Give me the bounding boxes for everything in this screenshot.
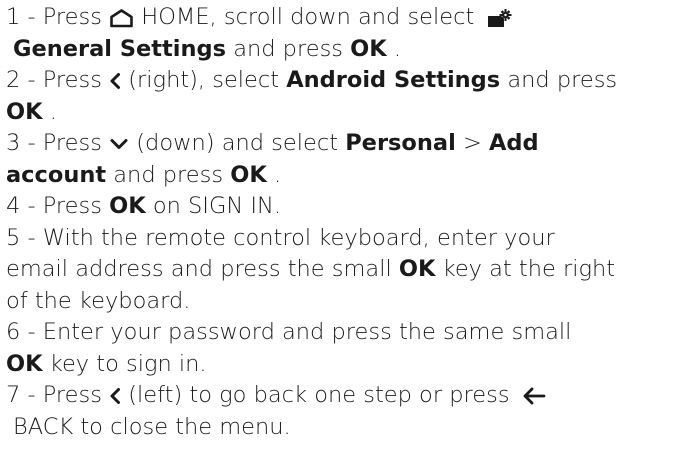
setting-name: General Settings bbox=[13, 35, 227, 62]
ok-key-label: OK bbox=[109, 193, 146, 219]
step-text: . bbox=[49, 98, 57, 125]
step-6-line-1: 6 - Enter your password and press the sa… bbox=[6, 317, 682, 349]
step-text: of the keyboard. bbox=[6, 287, 191, 314]
step-text: Press bbox=[42, 130, 110, 156]
ok-key-label: OK bbox=[6, 98, 43, 125]
step-text: . bbox=[393, 35, 402, 62]
step-number: 6 - bbox=[6, 319, 43, 345]
step-4-line-1: 4 - Press OK on SIGN IN. bbox=[6, 191, 682, 223]
settings-icon bbox=[487, 7, 513, 29]
step-text: With the remote control keyboard, enter … bbox=[42, 224, 555, 251]
step-text: on SIGN IN. bbox=[152, 193, 281, 219]
back-arrow-icon bbox=[521, 386, 547, 406]
step-text: and press bbox=[113, 161, 231, 188]
step-text: BACK to close the menu. bbox=[13, 413, 291, 440]
step-text: key at the right bbox=[442, 256, 616, 282]
step-text: Enter your password and press the same s… bbox=[42, 319, 572, 345]
step-text: and press bbox=[507, 67, 618, 93]
setting-name: Add bbox=[488, 130, 539, 156]
step-text: Press bbox=[42, 193, 110, 219]
step-3-line-2: account and press OK . bbox=[6, 160, 682, 192]
step-number: 2 - bbox=[6, 67, 43, 93]
step-text: (left) to go back one step or press bbox=[128, 382, 517, 408]
step-3-line-1: 3 - Press (down) and select Personal > A… bbox=[6, 128, 682, 160]
step-7-line-2: BACK to close the menu. bbox=[6, 412, 682, 444]
step-text: . bbox=[273, 161, 282, 188]
step-7-line-1: 7 - Press (left) to go back one step or … bbox=[6, 380, 682, 412]
step-5-line-1: 5 - With the remote control keyboard, en… bbox=[6, 223, 682, 255]
step-text: (right), select bbox=[128, 67, 287, 93]
step-text: email address and press the small bbox=[6, 256, 399, 282]
step-number: 4 - bbox=[6, 193, 43, 219]
step-number: 7 - bbox=[6, 382, 43, 408]
step-text: Press bbox=[42, 382, 110, 408]
step-2-line-1: 2 - Press (right), select Android Settin… bbox=[6, 65, 682, 97]
step-text: Press bbox=[42, 67, 110, 93]
ok-key-label: OK bbox=[6, 350, 43, 377]
instructions-page: 1 - Press HOME, scroll down and select G… bbox=[0, 0, 682, 468]
step-1-line-2: General Settings and press OK . bbox=[6, 34, 682, 66]
ok-key-label: OK bbox=[350, 35, 387, 62]
step-2-line-2: OK . bbox=[6, 97, 682, 129]
step-5-line-3: of the keyboard. bbox=[6, 286, 682, 318]
step-number: 1 - bbox=[6, 4, 43, 30]
step-number: 3 - bbox=[6, 130, 43, 156]
step-text: Press bbox=[42, 4, 110, 30]
setting-name: Android Settings bbox=[286, 67, 501, 93]
step-1-line-1: 1 - Press HOME, scroll down and select bbox=[6, 2, 682, 34]
home-icon bbox=[109, 8, 134, 28]
setting-name: Personal bbox=[345, 130, 456, 156]
ok-key-label: OK bbox=[230, 161, 267, 188]
setting-name: account bbox=[6, 161, 107, 188]
step-5-line-2: email address and press the small OK key… bbox=[6, 254, 682, 286]
ok-key-label: OK bbox=[398, 256, 436, 282]
step-text: key to sign in. bbox=[49, 350, 207, 377]
step-text: (down) and select bbox=[136, 130, 346, 156]
step-text: > bbox=[462, 130, 489, 156]
chevron-left-icon bbox=[109, 387, 121, 405]
step-6-line-2: OK key to sign in. bbox=[6, 349, 682, 381]
step-number: 5 - bbox=[6, 224, 43, 251]
step-text: and press bbox=[233, 35, 351, 62]
chevron-left-icon bbox=[109, 72, 121, 90]
chevron-down-icon bbox=[109, 137, 129, 151]
step-text: HOME, scroll down and select bbox=[141, 4, 482, 30]
